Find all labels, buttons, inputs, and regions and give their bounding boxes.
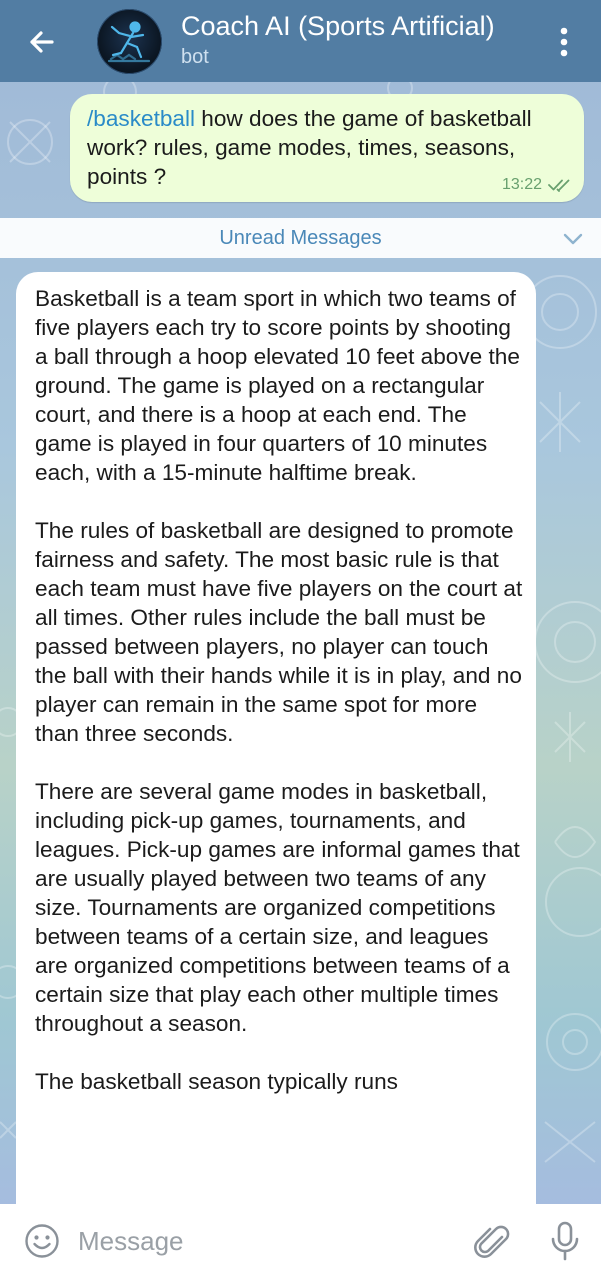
- message-paragraph: The rules of basketball are designed to …: [35, 518, 523, 746]
- arrow-left-icon: [30, 31, 54, 53]
- message-paragraph: The basketball season typically runs: [35, 1069, 398, 1094]
- chat-title[interactable]: Coach AI (Sports Artificial): [181, 11, 495, 42]
- basketball-player-avatar-icon: [97, 9, 162, 74]
- message-meta: 13:22: [502, 176, 574, 194]
- attach-button[interactable]: [472, 1222, 510, 1262]
- paperclip-icon: [474, 1225, 510, 1258]
- incoming-message-bubble[interactable]: Basketball is a team sport in which two …: [16, 272, 536, 1232]
- message-paragraph: Basketball is a team sport in which two …: [35, 286, 520, 485]
- chat-header: Coach AI (Sports Artificial) bot: [0, 0, 601, 82]
- message-time: 13:22: [501, 176, 542, 193]
- more-vertical-icon: [560, 27, 568, 57]
- outgoing-message-bubble[interactable]: /basketball how does the game of basketb…: [70, 94, 584, 202]
- double-check-icon: [548, 179, 570, 192]
- unread-messages-divider: Unread Messages: [0, 218, 601, 258]
- chat-subtitle: bot: [181, 46, 209, 68]
- avatar[interactable]: [97, 9, 162, 74]
- chevron-down-icon: [563, 233, 583, 245]
- more-menu-button[interactable]: [549, 22, 579, 62]
- emoji-button[interactable]: [24, 1223, 60, 1259]
- voice-record-button[interactable]: [547, 1220, 583, 1262]
- emoji-icon: [25, 1224, 59, 1258]
- message-input[interactable]: [78, 1222, 458, 1260]
- outgoing-message-text: /basketball how does the game of basketb…: [87, 104, 567, 191]
- scroll-down-button[interactable]: [562, 230, 584, 248]
- incoming-message-text: Basketball is a team sport in which two …: [35, 284, 525, 1125]
- unread-messages-label: Unread Messages: [219, 227, 382, 249]
- microphone-icon: [551, 1221, 579, 1261]
- bot-command-link[interactable]: /basketball: [87, 106, 195, 131]
- message-paragraph: There are several game modes in basketba…: [35, 779, 520, 1036]
- back-button[interactable]: [22, 22, 62, 62]
